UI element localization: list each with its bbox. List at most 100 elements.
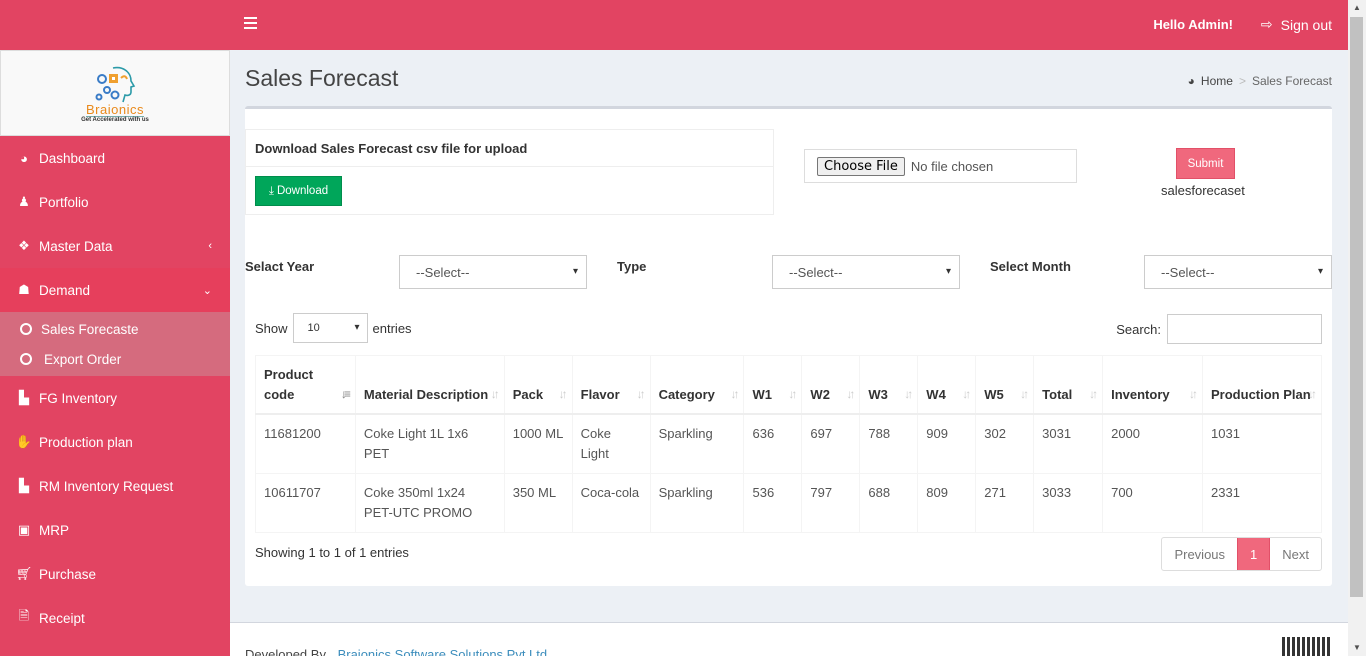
handshake-icon: ✋ [15, 434, 33, 449]
table-cell: Coke 350ml 1x24 PET-UTC PROMO [354, 472, 505, 533]
page-length-select[interactable]: 10 ▾ [292, 313, 368, 343]
sort-icon: ↓↑ [788, 386, 797, 401]
table-cell: 636 [743, 413, 803, 474]
chevron-left-icon: ‹ [208, 240, 212, 252]
table-cell: 271 [975, 472, 1035, 533]
table-cell: 1031 [1202, 413, 1322, 474]
submit-button[interactable]: Submit [1176, 148, 1235, 179]
search-label: Search: [1116, 321, 1161, 337]
download-panel-heading: Download Sales Forecast csv file for upl… [246, 130, 773, 167]
choose-file-button[interactable]: Choose File [817, 156, 905, 176]
month-filter-label: Select Month [990, 259, 1071, 274]
column-header[interactable]: Inventory ↓↑ [1102, 355, 1204, 415]
type-select[interactable]: --Select-- ▾ [772, 255, 960, 289]
year-select[interactable]: --Select-- ▾ [399, 255, 587, 289]
page-button-1[interactable]: 1 [1237, 538, 1271, 570]
table-cell: 3031 [1033, 413, 1104, 474]
sidebar-item-portfolio[interactable]: ♟ Portfolio [0, 180, 230, 224]
chevron-down-icon: ⌄ [202, 284, 212, 297]
sidebar-subitem-sales-forecaste[interactable]: Sales Forecaste [0, 314, 230, 344]
sidebar-item-label: Portfolio [39, 194, 89, 210]
sidebar-item-receipt[interactable]: 🗎︎ Receipt [0, 596, 230, 640]
brand-logo[interactable]: Braionics Get Accelerated with us [0, 50, 230, 136]
sidebar-item-mrp[interactable]: ▣ MRP [0, 508, 230, 552]
sidebar-item-production-plan[interactable]: ✋ Production plan [0, 420, 230, 464]
scroll-up-icon[interactable]: ▲ [1353, 3, 1361, 12]
column-header-label: W1 [752, 386, 772, 402]
table-body: 11681200 Coke Light 1L 1x6 PET 1000 ML Coke… [255, 413, 1322, 533]
column-header[interactable]: W1 ↓↑ [743, 355, 803, 415]
brand-name: Braionics [86, 101, 144, 117]
column-header-label: Inventory [1111, 386, 1170, 402]
year-select-value: --Select-- [416, 264, 470, 280]
column-header[interactable]: Pack ↓↑ [503, 355, 573, 415]
search-input[interactable] [1167, 314, 1322, 344]
sidebar-item-purchase[interactable]: 🛒︎ Purchase [0, 552, 230, 596]
column-header[interactable]: Total ↓↑ [1033, 355, 1104, 415]
breadcrumb-current: Sales Forecast [1251, 74, 1332, 88]
sidebar-item-dashboard[interactable]: ◕ Dashboard [0, 136, 230, 180]
column-header[interactable]: Material Description ↓↑ [354, 355, 505, 415]
user-greeting: Hello Admin! [1153, 17, 1233, 32]
submit-caption: salesforecaset [1161, 183, 1245, 198]
column-header-label: Category [658, 386, 715, 402]
user-icon: ♟ [18, 194, 30, 209]
menu-toggle-icon[interactable] [244, 17, 257, 29]
column-header[interactable]: Production Plan ↓↑ [1202, 355, 1322, 415]
file-upload-input[interactable]: Choose File No file chosen [804, 149, 1077, 183]
next-page-button[interactable]: Next [1270, 538, 1321, 570]
type-select-value: --Select-- [789, 264, 843, 280]
table-cell: 11681200 [255, 413, 356, 474]
download-panel: Download Sales Forecast csv file for upl… [245, 129, 774, 215]
sign-out-label: Sign out [1280, 16, 1332, 33]
scrollbar-thumb[interactable] [1350, 17, 1363, 597]
column-header-label: Flavor [580, 386, 620, 402]
page-scrollbar[interactable]: ▲ ▼ [1348, 0, 1366, 656]
column-header[interactable]: Product code ↓≡ [255, 355, 356, 415]
top-navbar: Hello Admin! ⇨ Sign out [230, 0, 1348, 50]
sidebar-item-rm-inventory-request[interactable]: ▙ RM Inventory Request [0, 464, 230, 508]
sign-out-button[interactable]: ⇨ Sign out [1261, 16, 1332, 33]
download-icon: ⤓ [268, 184, 274, 197]
table-info: Showing 1 to 1 of 1 entries [255, 545, 409, 560]
sidebar-item-label: RM Inventory Request [39, 478, 174, 494]
table-cell: 788 [859, 413, 919, 474]
column-header[interactable]: W4 ↓↑ [917, 355, 977, 415]
sidebar-item-demand[interactable]: ☗ Demand ⌄ [0, 268, 230, 312]
month-select[interactable]: --Select-- ▾ [1144, 255, 1332, 289]
entries-label: entries [372, 320, 412, 336]
sidebar-item-fg-inventory[interactable]: ▙ FG Inventory [0, 376, 230, 420]
sort-icon: ↓↑ [904, 386, 913, 401]
sort-icon: ↓↑ [1308, 386, 1317, 401]
sidebar-subitem-export-order[interactable]: Export Order [0, 344, 230, 374]
industry-icon: ▙ [19, 390, 29, 405]
column-header-label: Pack [512, 386, 544, 402]
breadcrumb-home[interactable]: Home [1201, 74, 1233, 88]
sidebar-item-master-data[interactable]: ❖ Master Data ‹ [0, 224, 230, 268]
developed-by-label: Developed By [245, 647, 326, 656]
column-header[interactable]: W3 ↓↑ [859, 355, 919, 415]
table-cell: 1000 ML [503, 413, 573, 474]
brain-logo-icon [95, 66, 136, 102]
table-cell: Sparkling [649, 413, 745, 474]
column-header[interactable]: Flavor ↓↑ [571, 355, 651, 415]
circle-icon [20, 323, 32, 335]
type-filter-label: Type [617, 259, 647, 274]
company-link[interactable]: Braionics Software Solutions Pvt Ltd [338, 647, 548, 656]
table-cell: 302 [975, 413, 1035, 474]
table-cell: 2331 [1202, 472, 1322, 533]
column-header[interactable]: W2 ↓↑ [801, 355, 861, 415]
sidebar-item-label: Receipt [39, 610, 85, 626]
page-title: Sales Forecast [245, 65, 399, 91]
download-button[interactable]: ⤓ Download [255, 176, 342, 206]
sort-icon: ↓↑ [558, 386, 568, 401]
column-header[interactable]: W5 ↓↑ [975, 355, 1035, 415]
dashboard-icon: ◕ [1187, 74, 1195, 88]
previous-page-button[interactable]: Previous [1162, 538, 1237, 570]
sidebar-item-label: Dashboard [39, 150, 106, 166]
sort-icon: ↓↑ [636, 386, 646, 401]
column-header[interactable]: Category ↓↑ [649, 355, 745, 415]
sort-icon: ↓↑ [962, 386, 971, 401]
cubes-icon: ❖ [18, 238, 30, 253]
scroll-down-icon[interactable]: ▼ [1353, 643, 1361, 652]
